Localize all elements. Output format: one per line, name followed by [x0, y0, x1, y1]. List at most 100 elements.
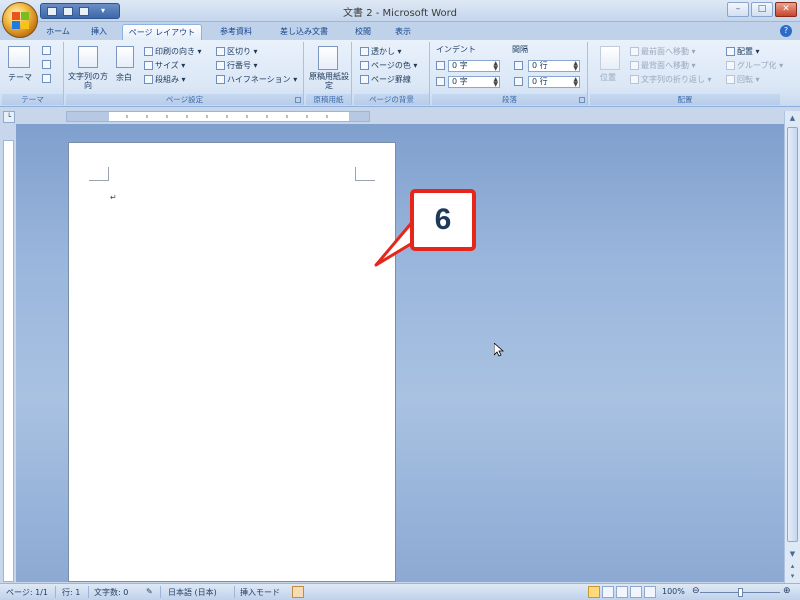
- columns-button[interactable]: 段組み ▾: [144, 74, 186, 85]
- spacing-before-input[interactable]: 0 行 ▲ ▼: [528, 60, 580, 72]
- print-layout-view-icon[interactable]: [588, 586, 600, 598]
- watermark-icon: [360, 47, 369, 56]
- send-back-button[interactable]: 最背面へ移動 ▾: [630, 60, 696, 71]
- tab-insert[interactable]: 挿入: [82, 24, 116, 40]
- text-direction-icon[interactable]: [78, 46, 98, 68]
- position-icon[interactable]: [600, 46, 620, 70]
- indent-left-input[interactable]: 0 字 ▲ ▼: [448, 60, 500, 72]
- vertical-ruler[interactable]: [3, 140, 14, 582]
- horizontal-ruler[interactable]: [66, 111, 370, 122]
- spin-arrows-icon[interactable]: ▲ ▼: [493, 61, 498, 72]
- status-insert-mode[interactable]: 挿入モード: [240, 587, 280, 598]
- group-button[interactable]: グループ化 ▾: [726, 60, 783, 71]
- spin-arrows-icon[interactable]: ▲ ▼: [573, 77, 578, 88]
- tab-home[interactable]: ホーム: [38, 24, 78, 40]
- group-paragraph: インデント 間隔 0 字 ▲ ▼ 0 字 ▲ ▼ 0 行 ▲ ▼ 0 行 ▲ ▼ 段落: [432, 42, 588, 105]
- spacing-before-icon: [514, 61, 523, 70]
- text-wrap-button[interactable]: 文字列の折り返し ▾: [630, 74, 712, 85]
- office-button[interactable]: [2, 2, 38, 38]
- page-setup-launcher-icon[interactable]: [295, 97, 301, 103]
- draft-view-icon[interactable]: [644, 586, 656, 598]
- spin-arrows-icon[interactable]: ▲ ▼: [573, 61, 578, 72]
- manuscript-button[interactable]: 原稿用紙設定: [308, 72, 350, 90]
- group-label-paragraph: 段落: [432, 94, 587, 105]
- help-icon[interactable]: ?: [780, 25, 792, 37]
- group-label-page-setup: ページ設定: [66, 94, 303, 105]
- align-button[interactable]: 配置 ▾: [726, 46, 760, 57]
- theme-fonts-icon[interactable]: [42, 60, 51, 69]
- watermark-button[interactable]: 透かし ▾: [360, 46, 402, 57]
- margin-corner-top-right: [355, 167, 375, 181]
- breaks-button[interactable]: 区切り ▾: [216, 46, 258, 57]
- margins-button[interactable]: 余白: [116, 72, 132, 83]
- spacing-title: 間隔: [512, 45, 528, 54]
- window-controls: – □ ✕: [727, 2, 797, 17]
- ruler-ticks: [67, 112, 369, 121]
- zoom-out-icon[interactable]: ⊖: [692, 586, 700, 596]
- group-label-arrange: 配置: [590, 94, 780, 105]
- paragraph-launcher-icon[interactable]: [579, 97, 585, 103]
- page-color-button[interactable]: ページの色 ▾: [360, 60, 417, 71]
- zoom-in-icon[interactable]: ⊕: [783, 586, 791, 596]
- orientation-icon: [144, 47, 153, 56]
- orientation-button[interactable]: 印刷の向き ▾: [144, 46, 202, 57]
- tab-review[interactable]: 校閲: [346, 24, 380, 40]
- rotate-icon: [726, 75, 735, 84]
- theme-effects-icon[interactable]: [42, 74, 51, 83]
- hyphenation-button[interactable]: ハイフネーション ▾: [216, 74, 297, 85]
- size-button[interactable]: サイズ ▾: [144, 60, 185, 71]
- group-label-page-background: ページの背景: [354, 94, 429, 105]
- tab-references[interactable]: 参考資料: [210, 24, 262, 40]
- status-page[interactable]: ページ: 1/1: [6, 587, 48, 598]
- next-page-icon[interactable]: ▾: [786, 570, 799, 583]
- line-numbers-icon: [216, 61, 225, 70]
- group-page-background: 透かし ▾ ページの色 ▾ ページ罫線 ページの背景: [354, 42, 430, 105]
- group-arrange: 位置 最前面へ移動 ▾ 最背面へ移動 ▾ 文字列の折り返し ▾ 配置 ▾ グルー…: [590, 42, 783, 105]
- bring-front-button[interactable]: 最前面へ移動 ▾: [630, 46, 696, 57]
- scroll-up-icon[interactable]: ▲: [786, 112, 799, 125]
- spacing-after-icon: [514, 77, 523, 86]
- spacing-after-input[interactable]: 0 行 ▲ ▼: [528, 76, 580, 88]
- rotate-button[interactable]: 回転 ▾: [726, 74, 760, 85]
- status-separator: [160, 586, 161, 598]
- close-button[interactable]: ✕: [775, 2, 797, 17]
- zoom-level[interactable]: 100%: [662, 587, 685, 596]
- macro-record-icon[interactable]: [292, 586, 304, 598]
- tab-selector-icon[interactable]: └: [3, 111, 15, 123]
- margins-icon[interactable]: [116, 46, 134, 68]
- status-separator: [234, 586, 235, 598]
- text-direction-button[interactable]: 文字列の方向: [68, 72, 108, 90]
- maximize-button[interactable]: □: [751, 2, 773, 17]
- tab-mailings[interactable]: 差し込み文書: [268, 24, 340, 40]
- status-word-count[interactable]: 文字数: 0: [94, 587, 128, 598]
- minimize-button[interactable]: –: [727, 2, 749, 17]
- status-separator: [88, 586, 89, 598]
- paragraph-mark-icon: ↵: [110, 193, 117, 202]
- status-line[interactable]: 行: 1: [62, 587, 80, 598]
- tab-page-layout[interactable]: ページ レイアウト: [122, 24, 202, 40]
- mouse-pointer-icon: [494, 343, 504, 357]
- zoom-slider-thumb[interactable]: [738, 588, 743, 597]
- manuscript-icon[interactable]: [318, 46, 338, 70]
- document-page[interactable]: [68, 142, 396, 582]
- spin-arrows-icon[interactable]: ▲ ▼: [493, 77, 498, 88]
- web-layout-view-icon[interactable]: [616, 586, 628, 598]
- proofing-icon[interactable]: ✎: [146, 587, 153, 596]
- page-color-icon: [360, 61, 369, 70]
- themes-icon[interactable]: [8, 46, 30, 68]
- scroll-thumb[interactable]: [787, 127, 798, 542]
- full-screen-reading-view-icon[interactable]: [602, 586, 614, 598]
- page-borders-icon: [360, 75, 369, 84]
- indent-right-input[interactable]: 0 字 ▲ ▼: [448, 76, 500, 88]
- vertical-scrollbar[interactable]: ▲ ▼ ▴ ▾: [784, 111, 800, 583]
- position-button[interactable]: 位置: [600, 72, 616, 83]
- tab-view[interactable]: 表示: [386, 24, 420, 40]
- line-numbers-button[interactable]: 行番号 ▾: [216, 60, 258, 71]
- themes-button-label[interactable]: テーマ: [8, 72, 32, 83]
- outline-view-icon[interactable]: [630, 586, 642, 598]
- group-page-setup: 文字列の方向 余白 印刷の向き ▾ サイズ ▾ 段組み ▾ 区切り ▾ 行番号 …: [66, 42, 304, 105]
- status-language[interactable]: 日本語 (日本): [168, 587, 217, 598]
- theme-colors-icon[interactable]: [42, 46, 51, 55]
- page-borders-button[interactable]: ページ罫線: [360, 74, 411, 85]
- status-bar: ページ: 1/1 行: 1 文字数: 0 ✎ 日本語 (日本) 挿入モード 10…: [0, 583, 800, 600]
